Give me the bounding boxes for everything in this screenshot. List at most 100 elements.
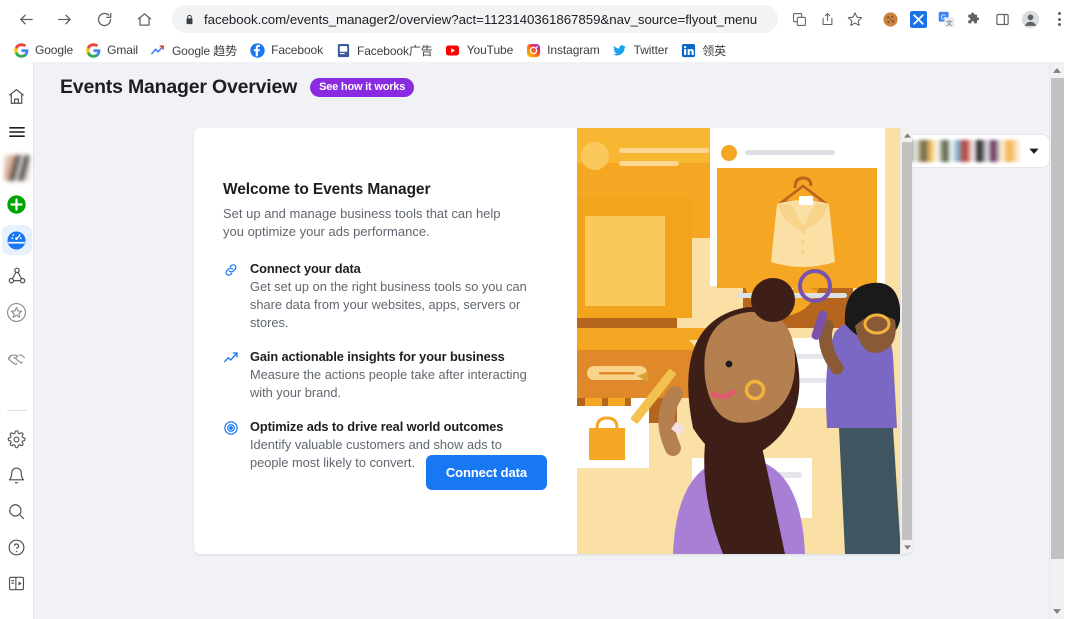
home-button[interactable] [130,5,158,33]
chevron-down-icon[interactable] [1027,144,1041,158]
google-translate-extension-icon[interactable]: G文 [934,7,958,31]
bookmark-linkedin[interactable]: 领英 [675,39,733,61]
handshake-icon [7,354,26,365]
page-scroll-down-arrow-icon[interactable] [1053,607,1061,615]
card-scroll-thumb[interactable] [902,142,912,540]
instagram-icon [525,42,541,58]
main-content: Events Manager Overview See how it works… [34,62,1064,619]
feature-description: Measure the actions people take after in… [250,367,527,400]
sidebar-item-collapse-panel[interactable] [1,565,33,601]
address-bar[interactable]: facebook.com/events_manager2/overview?ac… [172,5,778,33]
blue-x-extension-icon[interactable] [906,7,930,31]
share-icon[interactable] [814,6,840,32]
bookmarks-bar: Google Gmail Google 趋势 Facebook Facebook [0,38,1080,62]
welcome-card: Welcome to Events Manager Set up and man… [194,128,912,554]
google-trends-icon [150,42,166,58]
connect-data-button[interactable]: Connect data [425,455,547,490]
cookie-extension-icon[interactable] [878,7,902,31]
welcome-heading: Welcome to Events Manager [223,181,431,198]
side-panel-icon[interactable] [990,7,1014,31]
see-how-it-works-badge[interactable]: See how it works [310,77,415,98]
browser-chrome: facebook.com/events_manager2/overview?ac… [0,0,1080,62]
panel-toggle-icon [8,576,25,590]
link-chain-icon [223,261,241,332]
left-sidebar [0,62,34,619]
star-icon [7,302,26,322]
bookmark-label: YouTube [466,43,514,57]
sidebar-item-events-manager[interactable] [1,222,33,258]
linkedin-icon [680,42,696,58]
feature-title: Gain actionable insights for your busine… [250,349,505,364]
search-icon [9,503,25,519]
bookmark-star-icon[interactable] [842,6,868,32]
extension-icons: G文 [870,6,1072,32]
bookmark-label: Twitter [633,43,669,57]
lock-icon [184,13,195,26]
bell-icon [8,467,25,483]
youtube-icon [445,42,461,58]
feature-connect-your-data: Connect your data Get set up on the righ… [223,261,547,332]
page-body: Events Manager Overview See how it works… [0,62,1080,619]
gauge-icon [7,230,26,250]
page-scroll-up-arrow-icon[interactable] [1053,66,1061,74]
chrome-menu-button[interactable] [1048,6,1070,32]
home-icon [9,88,24,104]
feature-title: Connect your data [250,261,361,276]
sidebar-item-settings[interactable] [1,421,33,457]
page-header: Events Manager Overview See how it works [60,76,415,99]
network-nodes-icon [8,267,25,284]
gmail-icon [85,42,101,58]
translate-icon[interactable] [786,6,812,32]
bookmark-label: Gmail [107,43,138,57]
hamburger-menu-icon [8,127,25,137]
welcome-subheading: Set up and manage business tools that ca… [223,206,501,239]
help-circle-icon [8,539,25,555]
browser-toolbar: facebook.com/events_manager2/overview?ac… [0,0,1080,38]
bookmark-label: Facebook广告 [357,43,433,58]
bookmark-youtube[interactable]: YouTube [440,39,520,61]
page-scroll-thumb[interactable] [1051,78,1064,559]
omnibox-actions [786,6,868,32]
feature-actionable-insights: Gain actionable insights for your busine… [223,349,547,402]
bookmark-label: Instagram [547,43,600,57]
illustration-graphic [577,128,900,554]
profile-avatar-icon[interactable] [1018,7,1042,31]
gear-icon [7,429,26,448]
forward-button[interactable] [50,5,78,33]
green-plus-icon [7,194,26,214]
card-scrollbar[interactable] [900,128,912,554]
welcome-illustration [577,128,912,554]
bookmark-twitter[interactable]: Twitter [607,39,676,61]
target-bullseye-icon [223,419,241,472]
scroll-up-arrow-icon[interactable] [903,131,911,139]
sidebar-item-search[interactable] [1,493,33,529]
scroll-down-arrow-icon[interactable] [903,543,911,551]
url-text: facebook.com/events_manager2/overview?ac… [204,11,758,27]
sidebar-item-account-avatar[interactable] [1,150,33,186]
bookmark-google[interactable]: Google [8,39,80,61]
sidebar-item-partnerships[interactable] [1,340,33,376]
bookmark-facebook-ads[interactable]: Facebook广告 [330,39,440,61]
feature-title: Optimize ads to drive real world outcome… [250,419,504,434]
reload-button[interactable] [90,5,118,33]
sidebar-item-audiences[interactable] [1,258,33,294]
sidebar-item-favorites[interactable] [1,294,33,330]
bookmark-gmail[interactable]: Gmail [80,39,145,61]
bookmark-google-trends[interactable]: Google 趋势 [145,39,244,61]
bookmark-facebook[interactable]: Facebook [244,39,330,61]
sidebar-item-home[interactable] [1,78,33,114]
bookmark-instagram[interactable]: Instagram [520,39,606,61]
sidebar-item-create[interactable] [1,186,33,222]
bookmark-label: Google 趋势 [171,43,238,58]
sidebar-item-help[interactable] [1,529,33,565]
page-scrollbar[interactable] [1049,62,1064,619]
puzzle-extensions-icon[interactable] [962,7,986,31]
facebook-ads-icon [335,42,351,58]
svg-text:文: 文 [946,18,953,27]
twitter-icon [612,42,628,58]
sidebar-item-menu[interactable] [1,114,33,150]
trend-line-icon [223,349,241,402]
avatar [3,155,30,181]
sidebar-item-notifications[interactable] [1,457,33,493]
back-button[interactable] [12,5,40,33]
